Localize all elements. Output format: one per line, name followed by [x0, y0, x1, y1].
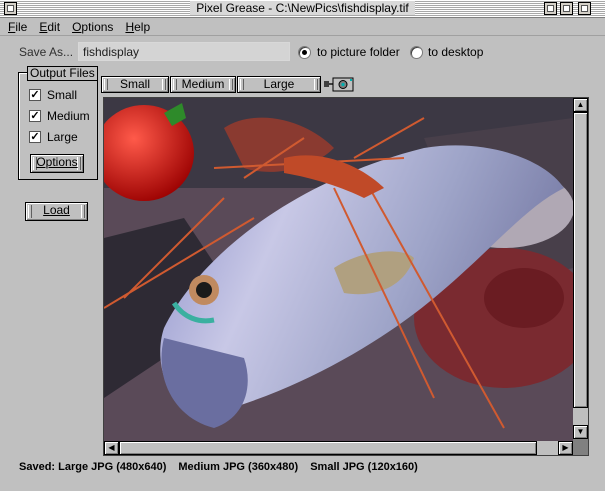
collapse-box-icon[interactable]	[560, 2, 573, 15]
window-title: Pixel Grease - C:\NewPics\fishdisplay.ti…	[0, 1, 605, 16]
radio-desktop[interactable]	[410, 46, 423, 59]
checkbox-small[interactable]: ✓	[29, 89, 41, 101]
vertical-scroll-thumb[interactable]	[573, 112, 588, 408]
zoom-box-icon[interactable]	[544, 2, 557, 15]
scroll-left-icon[interactable]: ◀	[104, 441, 119, 455]
checkbox-medium[interactable]: ✓	[29, 110, 41, 122]
radio-desktop-label: to desktop	[428, 45, 484, 59]
radio-picture-folder[interactable]	[298, 46, 311, 59]
radio-picture-folder-label: to picture folder	[317, 45, 400, 59]
status-large: Saved: Large JPG (480x640)	[19, 461, 167, 473]
menu-options[interactable]: Options	[72, 18, 113, 36]
camera-icon[interactable]	[323, 75, 357, 93]
title-bar[interactable]: Pixel Grease - C:\NewPics\fishdisplay.ti…	[0, 0, 605, 18]
filename-input[interactable]	[78, 42, 290, 61]
menu-file[interactable]: File	[8, 18, 27, 36]
output-files-title: Output Files	[27, 66, 98, 81]
size-medium-button[interactable]: Medium	[170, 76, 236, 93]
load-button[interactable]: Load	[25, 202, 88, 221]
menu-help[interactable]: Help	[125, 18, 150, 36]
menu-bar: File Edit Options Help	[0, 18, 605, 36]
status-small: Small JPG (120x160)	[310, 461, 418, 473]
scroll-down-icon[interactable]: ▼	[573, 425, 588, 439]
scroll-up-icon[interactable]: ▲	[573, 98, 588, 112]
checkbox-large-label: Large	[47, 130, 78, 144]
minimize-box-icon[interactable]	[578, 2, 591, 15]
checkbox-medium-label: Medium	[47, 109, 90, 123]
check-mark-icon: ✓	[30, 110, 40, 122]
status-medium: Medium JPG (360x480)	[178, 461, 299, 473]
status-bar: Saved: Large JPG (480x640) Medium JPG (36…	[19, 460, 430, 474]
menu-edit[interactable]: Edit	[39, 18, 60, 36]
save-as-label: Save As...	[19, 45, 74, 59]
checkbox-small-label: Small	[47, 88, 78, 102]
checkbox-large[interactable]: ✓	[29, 131, 41, 143]
scroll-right-icon[interactable]: ▶	[558, 441, 573, 455]
check-mark-icon: ✓	[30, 89, 40, 101]
size-small-button[interactable]: Small	[101, 76, 169, 93]
check-mark-icon: ✓	[30, 131, 40, 143]
horizontal-scroll-thumb[interactable]	[119, 441, 537, 455]
fish-photo	[104, 98, 573, 441]
size-large-button[interactable]: Large	[237, 76, 321, 93]
options-button[interactable]: Options	[30, 154, 84, 173]
